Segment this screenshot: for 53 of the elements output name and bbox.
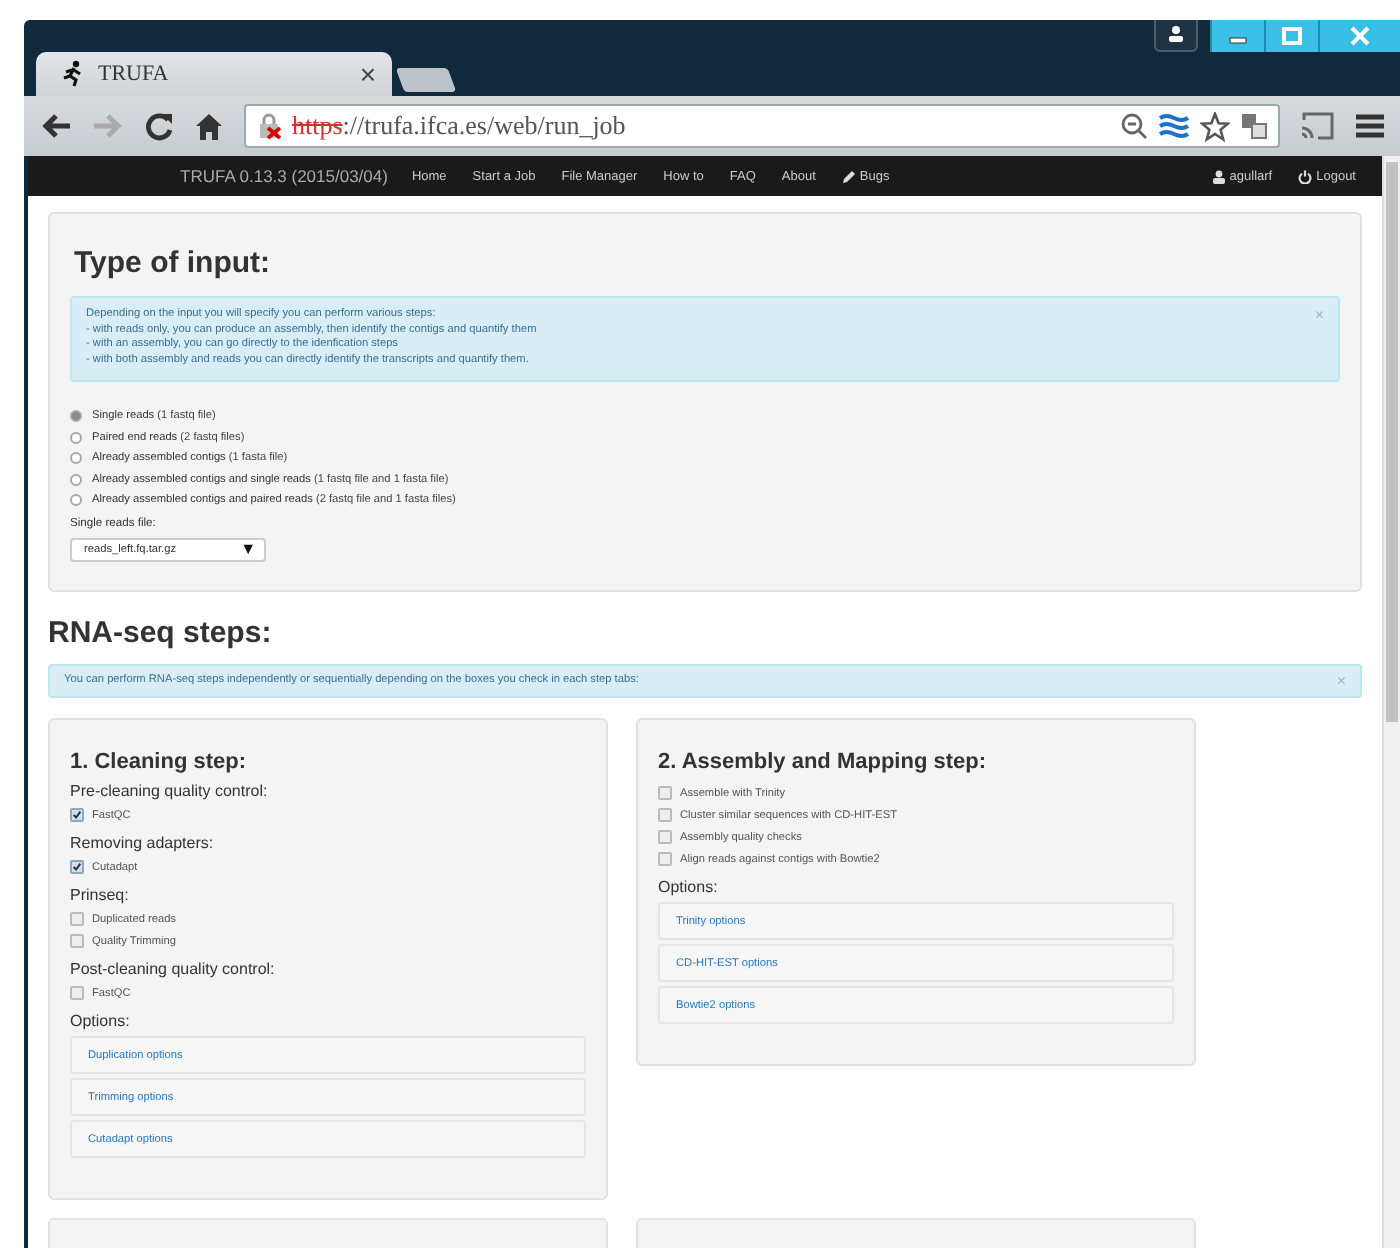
maximize-button[interactable]: [1264, 20, 1318, 52]
checkbox[interactable]: [658, 808, 672, 823]
close-window-button[interactable]: [1318, 20, 1400, 52]
new-tab-button[interactable]: [395, 68, 457, 92]
browser-tab[interactable]: TRUFA ×: [36, 52, 392, 96]
site-brand[interactable]: TRUFA 0.13.3 (2015/03/04): [180, 166, 388, 186]
checkbox[interactable]: [70, 808, 84, 823]
group-label: Options:: [70, 1012, 132, 1031]
checkbox[interactable]: [658, 852, 672, 867]
scrollbar[interactable]: [1382, 156, 1400, 1248]
radio-button[interactable]: [70, 431, 82, 444]
checkbox[interactable]: [70, 934, 84, 949]
step-title: 1. Cleaning step:: [70, 750, 249, 775]
reload-icon[interactable]: [144, 111, 174, 141]
power-icon: [1298, 169, 1313, 183]
close-icon: [1348, 26, 1372, 46]
menu-icon[interactable]: [1356, 112, 1384, 140]
insecure-lock-icon: [256, 112, 284, 140]
group-label: Options:: [658, 878, 720, 897]
radio-button[interactable]: [70, 473, 82, 486]
step-title: 2. Assembly and Mapping step:: [658, 750, 989, 775]
radio-button[interactable]: [70, 452, 82, 465]
home-icon[interactable]: [194, 111, 224, 141]
scroll-thumb[interactable]: [1386, 162, 1398, 722]
group-label: Pre-cleaning quality control:: [70, 782, 270, 801]
checkbox[interactable]: [658, 830, 672, 845]
person-icon: [1166, 24, 1186, 44]
pencil-icon: [841, 169, 856, 183]
back-icon[interactable]: [40, 112, 72, 140]
tab-title: TRUFA: [98, 62, 171, 86]
cast-icon[interactable]: [1300, 112, 1336, 140]
profile-button[interactable]: [1154, 20, 1198, 52]
group-label: Prinseq:: [70, 886, 131, 905]
radio-button[interactable]: [70, 494, 82, 507]
user-icon: [1211, 169, 1226, 183]
url-text: https://trufa.ifca.es/web/run_job: [292, 110, 628, 142]
zoom-out-icon[interactable]: [1120, 112, 1148, 140]
waves-icon[interactable]: [1158, 112, 1190, 140]
group-label: Post-cleaning quality control:: [70, 960, 277, 979]
star-icon[interactable]: [1200, 111, 1230, 141]
caret-icon: ▼: [240, 540, 256, 559]
checkbox[interactable]: [70, 986, 84, 1001]
checkbox[interactable]: [70, 860, 84, 875]
minimize-button[interactable]: [1210, 20, 1264, 52]
radio-button[interactable]: [70, 410, 82, 423]
checkbox[interactable]: [658, 786, 672, 801]
address-bar[interactable]: https://trufa.ifca.es/web/run_job: [244, 104, 1280, 148]
section-heading: RNA-seq steps:: [48, 615, 274, 650]
checkbox[interactable]: [70, 912, 84, 927]
group-label: Removing adapters:: [70, 834, 216, 853]
maximize-icon: [1280, 26, 1304, 46]
close-tab-button[interactable]: ×: [359, 58, 376, 90]
section-heading: Type of input:: [74, 246, 273, 280]
